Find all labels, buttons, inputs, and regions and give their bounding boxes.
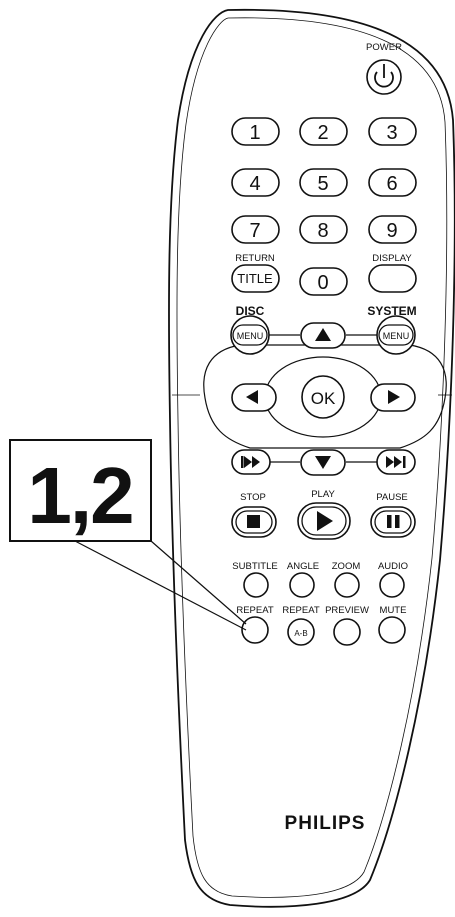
subtitle-button[interactable] — [243, 572, 269, 598]
digit-label: 9 — [386, 220, 397, 242]
return-label: RETURN — [235, 253, 275, 264]
digit-key-1[interactable]: 1 — [231, 117, 280, 146]
digit-label: 5 — [317, 173, 328, 195]
nav-left-button[interactable] — [231, 383, 277, 412]
digit-label: 7 — [249, 220, 260, 242]
digit-key-0[interactable]: 0 — [299, 267, 348, 296]
pause-button[interactable] — [370, 506, 416, 538]
ok-button[interactable]: OK — [301, 375, 345, 419]
mute-label: MUTE — [380, 605, 407, 616]
power-button[interactable]: POWER — [366, 42, 402, 95]
stop-label: STOP — [240, 492, 266, 503]
zoom-button[interactable] — [334, 572, 360, 598]
repeat-label: REPEAT — [236, 605, 274, 616]
play-label: PLAY — [311, 489, 335, 500]
digit-key-3[interactable]: 3 — [368, 117, 417, 146]
mute-button[interactable] — [378, 616, 406, 644]
system-menu-button[interactable]: MENU — [376, 315, 416, 355]
digit-key-6[interactable]: 6 — [368, 168, 417, 197]
angle-label: ANGLE — [287, 561, 319, 572]
digit-key-9[interactable]: 9 — [368, 215, 417, 244]
digit-key-8[interactable]: 8 — [299, 215, 348, 244]
zoom-label: ZOOM — [332, 561, 361, 572]
power-label: POWER — [366, 42, 402, 53]
stop-icon — [247, 515, 260, 528]
digit-key-5[interactable]: 5 — [299, 168, 348, 197]
ok-label: OK — [311, 389, 336, 408]
title-key-label: TITLE — [237, 271, 273, 286]
ab-key-label: A-B — [294, 629, 307, 638]
disc-menu-button[interactable]: MENU — [230, 315, 270, 355]
disc-menu-label: MENU — [237, 331, 264, 341]
digit-label: 2 — [317, 122, 328, 144]
digit-key-4[interactable]: 4 — [231, 168, 280, 197]
digit-label: 4 — [249, 173, 260, 195]
digit-label: 6 — [386, 173, 397, 195]
brand-logo: PHILIPS — [285, 813, 366, 834]
title-button[interactable]: TITLE — [231, 264, 280, 293]
nav-right-button[interactable] — [370, 383, 416, 412]
repeat-ab-button[interactable]: A-B — [287, 618, 315, 646]
nav-up-button[interactable] — [300, 322, 346, 349]
digit-label: 0 — [317, 272, 328, 294]
next-button[interactable] — [376, 449, 416, 475]
preview-label: PREVIEW — [325, 605, 369, 616]
display-label: DISPLAY — [372, 253, 412, 264]
pause-label: PAUSE — [376, 492, 408, 503]
digit-key-2[interactable]: 2 — [299, 117, 348, 146]
callout-step-number: 1,2 — [27, 451, 132, 540]
digit-label: 3 — [386, 122, 397, 144]
digit-key-7[interactable]: 7 — [231, 215, 280, 244]
audio-button[interactable] — [379, 572, 405, 598]
previous-button[interactable] — [231, 449, 271, 475]
stop-button[interactable] — [231, 506, 277, 538]
audio-label: AUDIO — [378, 561, 408, 572]
digit-label: 8 — [317, 220, 328, 242]
system-menu-label: MENU — [383, 331, 410, 341]
preview-button[interactable] — [333, 618, 361, 646]
digit-label: 1 — [249, 122, 260, 144]
display-button[interactable] — [368, 264, 417, 293]
remote-diagram: POWER 1 2 3 4 5 6 7 8 9 RETURN TITLE 0 D… — [0, 0, 455, 912]
nav-down-button[interactable] — [300, 449, 346, 476]
repeat-ab-label: REPEAT — [282, 605, 320, 616]
subtitle-label: SUBTITLE — [232, 561, 277, 572]
play-button[interactable] — [297, 502, 351, 540]
angle-button[interactable] — [289, 572, 315, 598]
